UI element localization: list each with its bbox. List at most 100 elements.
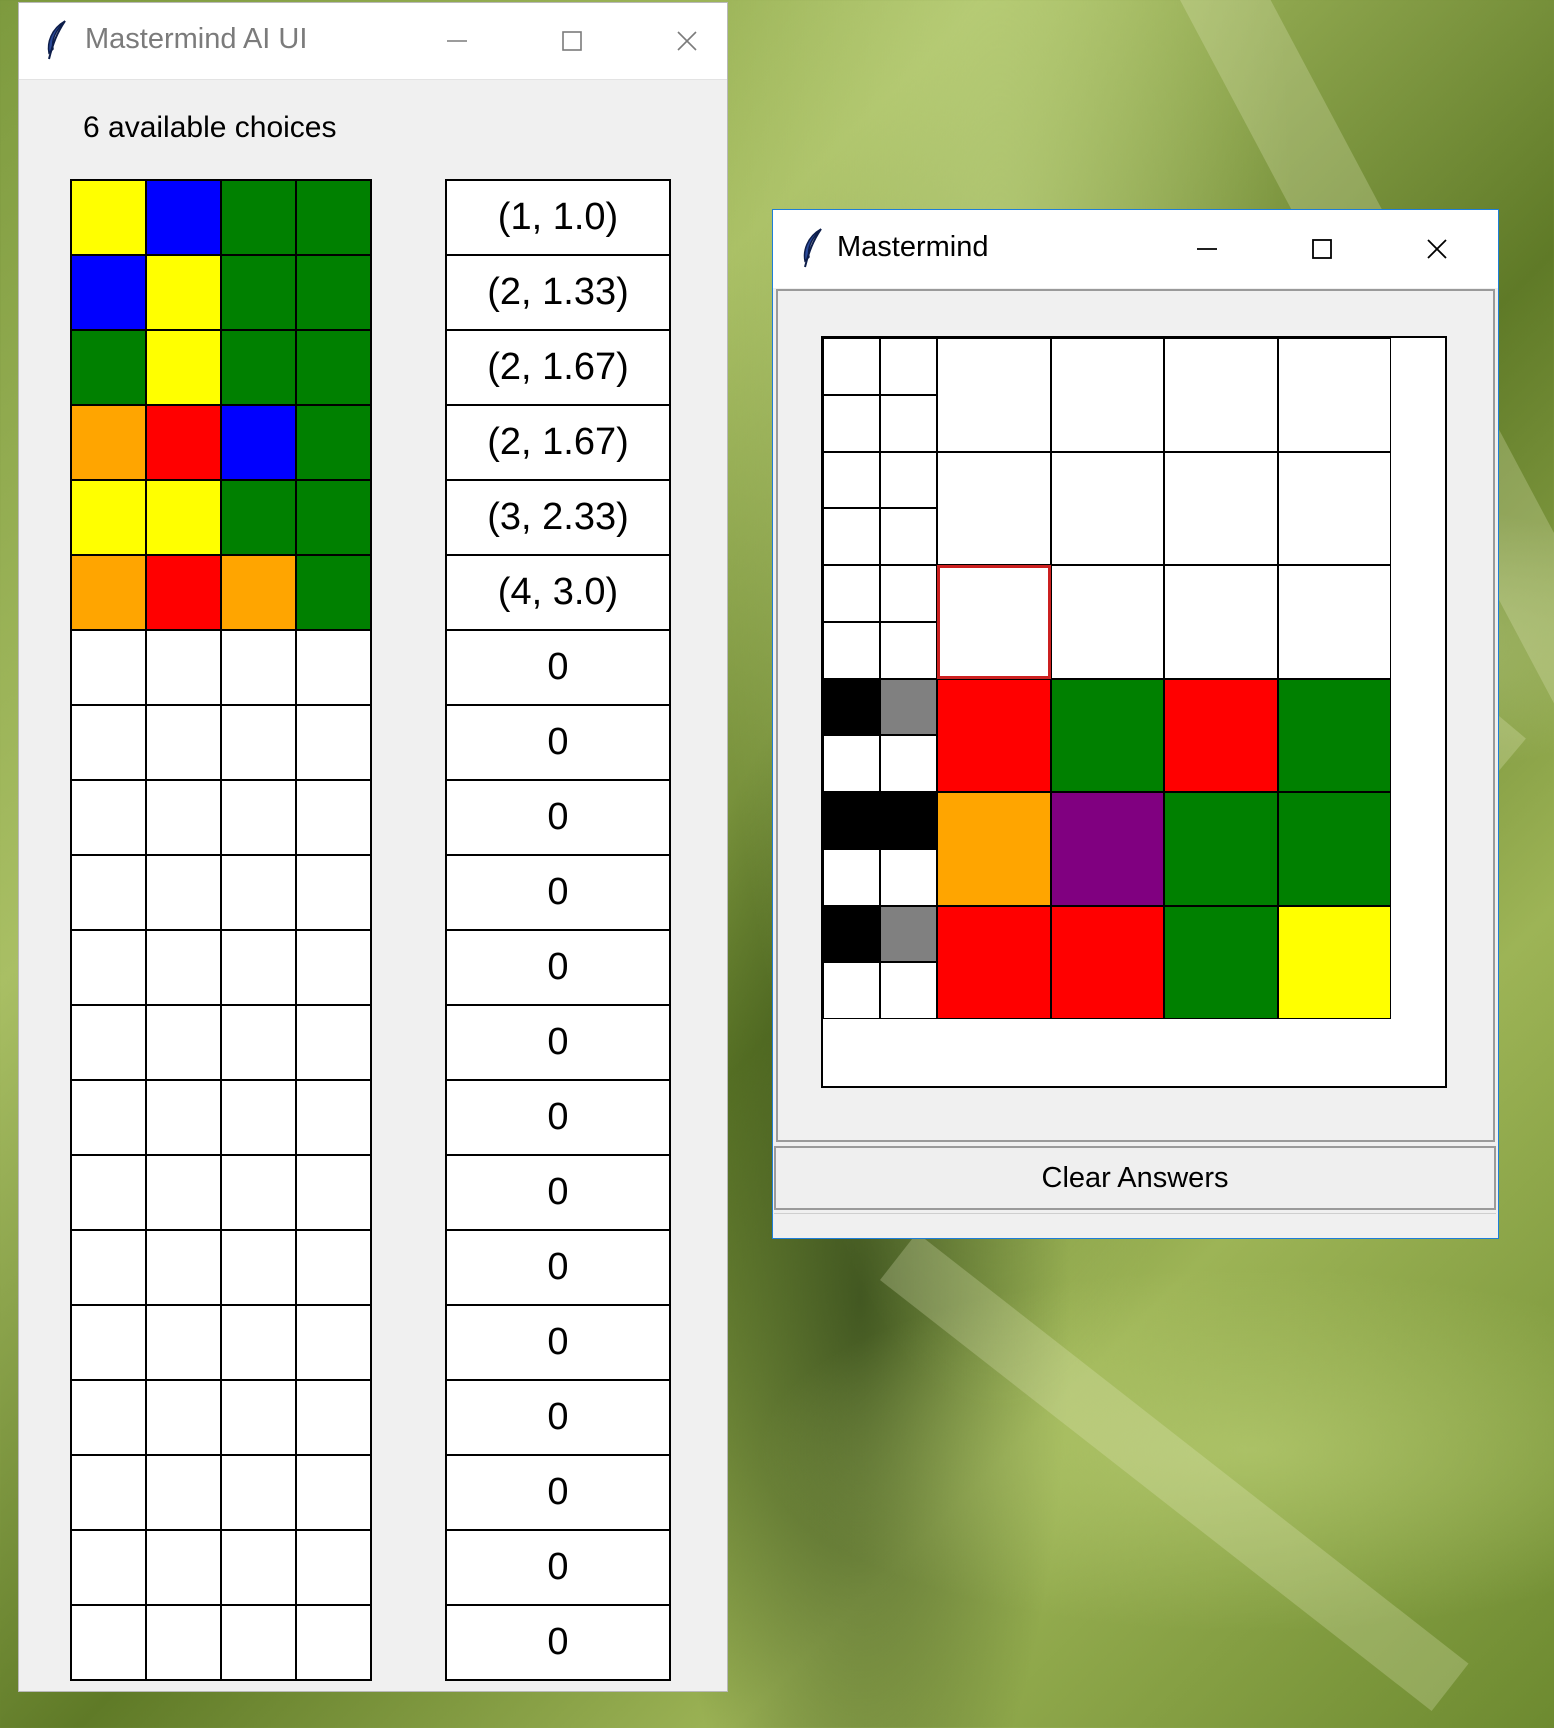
score-cell: 0 [445,1154,671,1231]
guess-peg-cell [220,254,297,331]
guess-peg-cell [220,1079,297,1156]
guess-peg-cell [295,1529,372,1606]
guess-peg-cell [70,1604,147,1681]
guess-cell[interactable] [1050,451,1164,565]
guess-row [70,1454,372,1531]
guess-row [70,929,372,1006]
ai-ui-window: Mastermind AI UI 6 available choices (1,… [18,2,728,1692]
guess-peg-cell [145,929,222,1006]
guess-peg-cell [295,1604,372,1681]
guess-cell[interactable] [937,565,1051,679]
title-bar[interactable]: Mastermind [773,210,1498,288]
window-title: Mastermind AI UI [85,23,308,55]
guess-cell[interactable] [1277,678,1391,792]
guess-cell[interactable] [1050,565,1164,679]
guess-row [70,554,372,631]
score-cell: (2, 1.67) [445,404,671,481]
guess-peg-cell [295,779,372,856]
guess-peg-cell [295,854,372,931]
maximize-button[interactable] [514,3,629,79]
mastermind-window: Mastermind Clear Answers [772,209,1499,1239]
feedback-peg [880,508,937,565]
guess-cell[interactable] [1277,338,1391,452]
guess-cell[interactable] [1164,678,1278,792]
guess-peg-cell [145,1304,222,1381]
score-cell: 0 [445,1229,671,1306]
guess-peg-cell [295,929,372,1006]
guess-peg-cell [145,1529,222,1606]
guess-peg-cell [145,854,222,931]
score-cell: 0 [445,1304,671,1381]
score-cell: (2, 1.33) [445,254,671,331]
guess-peg-cell [70,554,147,631]
guess-cell[interactable] [1164,565,1278,679]
window-title: Mastermind [837,231,989,263]
guess-cell[interactable] [1164,905,1278,1019]
guess-cell[interactable] [937,451,1051,565]
feedback-peg [880,848,937,906]
score-row: 0 [445,1079,671,1156]
score-cell: 0 [445,1079,671,1156]
guess-peg-cell [220,179,297,256]
score-cell: 0 [445,854,671,931]
score-row: 0 [445,1529,671,1606]
feedback-peg [823,678,880,736]
guess-peg-cell [145,1229,222,1306]
guess-cell[interactable] [1277,565,1391,679]
wallpaper-highlight [880,1232,1469,1711]
guess-cell[interactable] [937,338,1051,452]
score-cell: 0 [445,1529,671,1606]
guess-row [70,179,372,256]
minimize-button[interactable] [399,3,514,79]
score-row: (2, 1.67) [445,404,671,481]
score-row: 0 [445,1379,671,1456]
score-cell: 0 [445,779,671,856]
guess-cell[interactable] [937,905,1051,1019]
guess-cell[interactable] [1164,451,1278,565]
guess-cell[interactable] [1050,678,1164,792]
guess-cell[interactable] [937,792,1051,906]
guess-cell[interactable] [1050,792,1164,906]
guess-peg-cell [220,1229,297,1306]
guess-peg-cell [70,704,147,781]
close-button[interactable] [1379,210,1494,288]
guess-row [70,1079,372,1156]
feedback-peg [823,621,880,679]
score-cell: (2, 1.67) [445,329,671,406]
guess-cell[interactable] [1277,792,1391,906]
feedback-peg [880,962,937,1019]
score-cell: 0 [445,704,671,781]
title-bar[interactable]: Mastermind AI UI [19,3,727,80]
guess-cell[interactable] [1050,905,1164,1019]
guess-cell[interactable] [1277,905,1391,1019]
close-icon [676,31,697,51]
close-button[interactable] [629,3,744,79]
guess-peg-cell [70,479,147,556]
guess-cell[interactable] [1164,792,1278,906]
guess-peg-cell [295,704,372,781]
score-row: 0 [445,854,671,931]
score-cell: 0 [445,629,671,706]
feedback-peg [880,735,937,792]
guess-peg-cell [70,929,147,1006]
score-column: (1, 1.0) (2, 1.33) (2, 1.67) (2, 1.67) (3, 2… [445,179,671,1681]
minimize-button[interactable] [1149,210,1264,288]
guess-row [70,404,372,481]
score-row: 0 [445,1154,671,1231]
guess-peg-cell [220,629,297,706]
guess-cell[interactable] [1164,338,1278,452]
feedback-peg [823,962,880,1019]
maximize-button[interactable] [1264,210,1379,288]
guess-cell[interactable] [1277,451,1391,565]
guess-row [70,254,372,331]
feedback-peg [823,451,880,509]
score-cell: (4, 3.0) [445,554,671,631]
guess-cell[interactable] [1050,338,1164,452]
guess-peg-cell [220,479,297,556]
guess-peg-cell [220,854,297,931]
guess-cell[interactable] [937,678,1051,792]
guess-row [70,1004,372,1081]
minimize-icon [446,40,467,42]
guess-peg-cell [70,1154,147,1231]
clear-answers-button[interactable]: Clear Answers [774,1146,1496,1210]
